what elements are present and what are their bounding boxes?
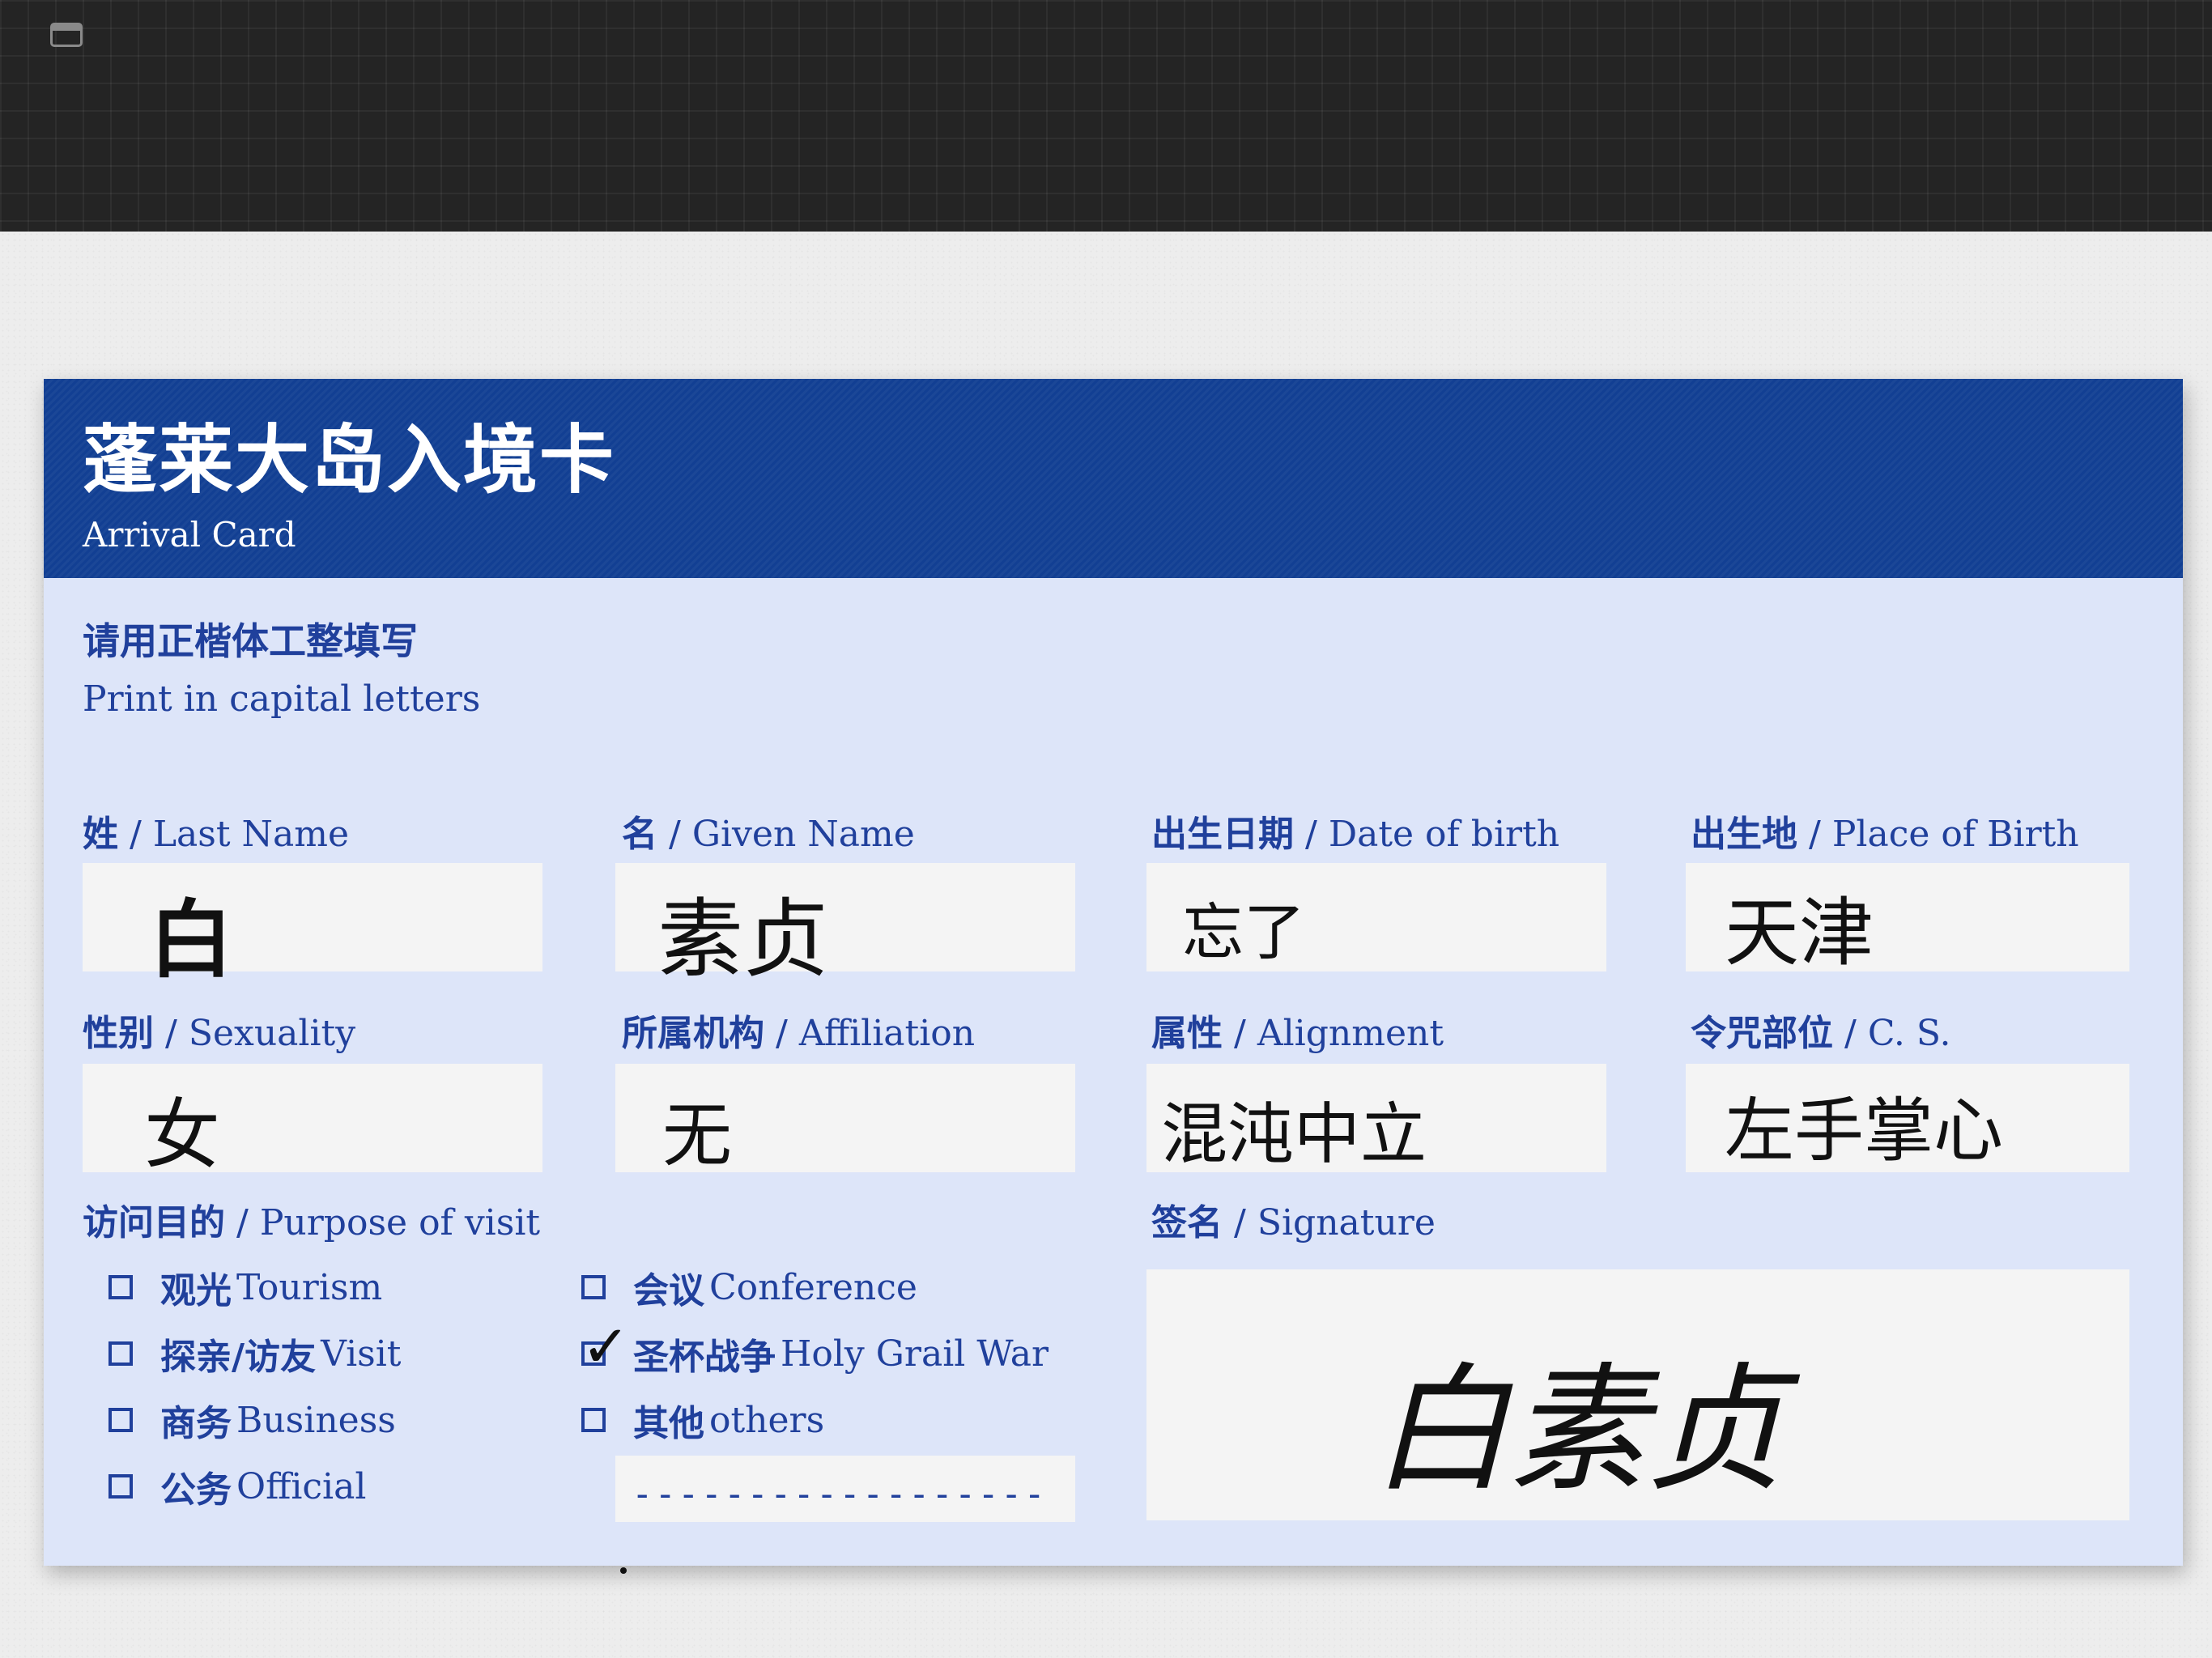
alignment-field[interactable]: 混沌中立 — [1146, 1064, 1606, 1173]
affiliation-field[interactable]: 无 — [615, 1064, 1075, 1176]
card-title: 蓬莱大岛入境卡 — [83, 417, 616, 504]
sexuality-value: 女 — [144, 1091, 221, 1180]
ink-dot — [620, 1567, 627, 1574]
others-input[interactable]: ------------------ — [615, 1456, 1075, 1522]
purpose-option-business[interactable]: 商务 Business — [108, 1394, 396, 1446]
affiliation-value: 无 — [662, 1095, 732, 1176]
affiliation-label: 所属机构 / Affiliation — [622, 1013, 976, 1054]
instruction-en: Print in capital letters — [83, 678, 481, 720]
instruction-cn: 请用正楷体工整填写 — [83, 619, 418, 663]
last-name-field[interactable]: 白 — [83, 863, 542, 989]
checkbox[interactable] — [108, 1341, 133, 1366]
checkbox[interactable] — [581, 1275, 606, 1299]
purpose-option-others[interactable]: 其他 others — [581, 1394, 824, 1446]
card-header: 蓬莱大岛入境卡 Arrival Card — [44, 379, 2183, 578]
top-toolbar — [0, 0, 2212, 232]
cs-label: 令咒部位 / C. S. — [1691, 1013, 1951, 1054]
dob-field[interactable]: 忘了 — [1146, 863, 1606, 971]
purpose-option-holy-grail-war[interactable]: 圣杯战争Holy Grail War — [581, 1312, 1049, 1380]
card-subtitle: Arrival Card — [83, 515, 296, 555]
given-name-label: 名 / Given Name — [622, 814, 915, 855]
checkbox[interactable] — [581, 1408, 606, 1432]
checkbox[interactable] — [108, 1275, 133, 1299]
purpose-label: 访问目的 / Purpose of visit — [83, 1202, 541, 1244]
sexuality-field[interactable]: 女 — [83, 1064, 542, 1180]
dob-value: 忘了 — [1182, 896, 1305, 968]
last-name-label: 姓 / Last Name — [83, 814, 350, 855]
pob-value: 天津 — [1725, 890, 1874, 976]
signature-label: 签名 / Signature — [1151, 1202, 1436, 1244]
dob-label: 出生日期 / Date of birth — [1151, 814, 1560, 855]
sexuality-label: 性别 / Sexuality — [83, 1013, 356, 1054]
purpose-option-visit[interactable]: 探亲/访友 Visit — [108, 1328, 402, 1380]
signature-value: 白素贞 — [1372, 1350, 1785, 1511]
cs-field[interactable]: 左手掌心 — [1686, 1064, 2129, 1172]
last-name-value: 白 — [149, 890, 234, 989]
window-icon[interactable] — [50, 23, 83, 47]
arrival-card: 蓬莱大岛入境卡 Arrival Card 请用正楷体工整填写 Print in … — [44, 379, 2183, 1574]
pob-label: 出生地 / Place of Birth — [1691, 814, 2079, 855]
alignment-value: 混沌中立 — [1161, 1096, 1427, 1173]
purpose-option-official[interactable]: 公务 Official — [108, 1460, 366, 1512]
alignment-label: 属性 / Alignment — [1151, 1013, 1444, 1054]
purpose-option-conference[interactable]: 会议 Conference — [581, 1261, 917, 1313]
checkbox-checked[interactable] — [581, 1312, 630, 1380]
checkbox[interactable] — [108, 1408, 133, 1432]
checkbox[interactable] — [108, 1474, 133, 1499]
signature-field[interactable]: 白素贞 — [1146, 1269, 2129, 1520]
given-name-value: 素贞 — [657, 890, 829, 989]
given-name-field[interactable]: 素贞 — [615, 863, 1075, 989]
others-dash-line: ------------------ — [632, 1473, 1047, 1515]
cs-value: 左手掌心 — [1725, 1090, 2003, 1171]
pob-field[interactable]: 天津 — [1686, 863, 2129, 976]
purpose-option-tourism[interactable]: 观光 Tourism — [108, 1261, 382, 1313]
